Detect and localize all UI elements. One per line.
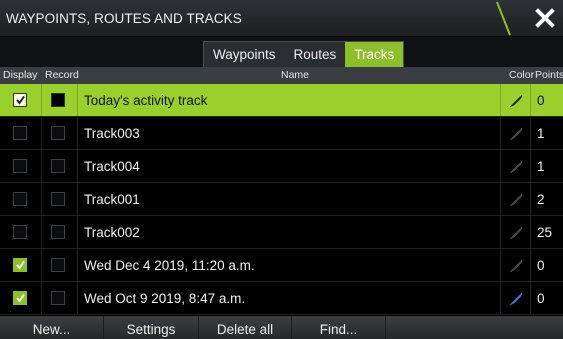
- display-checkbox[interactable]: [13, 225, 27, 239]
- column-divider: [77, 216, 78, 248]
- record-checkbox[interactable]: [51, 258, 65, 272]
- column-divider: [530, 249, 531, 281]
- column-divider: [41, 84, 42, 116]
- record-checkbox[interactable]: [51, 93, 65, 107]
- column-divider: [530, 183, 531, 215]
- display-checkbox[interactable]: [13, 126, 27, 140]
- record-checkbox[interactable]: [51, 225, 65, 239]
- column-divider: [500, 183, 501, 215]
- delete-all-button[interactable]: Delete all: [199, 316, 291, 339]
- track-color-icon[interactable]: [508, 225, 524, 241]
- settings-button[interactable]: Settings: [104, 316, 198, 339]
- track-color-icon[interactable]: [508, 258, 524, 274]
- table-row[interactable]: Today's activity track 0: [0, 84, 563, 117]
- column-divider: [41, 183, 42, 215]
- title-bar: WAYPOINTS, ROUTES AND TRACKS: [0, 0, 563, 37]
- display-checkbox[interactable]: [13, 93, 27, 107]
- tab-tracks[interactable]: Tracks: [345, 42, 404, 67]
- column-divider: [41, 282, 42, 314]
- column-divider: [500, 249, 501, 281]
- track-points: 25: [537, 225, 553, 240]
- column-divider: [77, 117, 78, 149]
- track-name: Track004: [84, 159, 140, 174]
- col-name-header[interactable]: Name: [281, 69, 309, 81]
- track-name: Wed Dec 4 2019, 11:20 a.m.: [84, 258, 255, 273]
- display-checkbox[interactable]: [13, 258, 27, 272]
- column-divider: [41, 150, 42, 182]
- column-divider: [530, 150, 531, 182]
- column-divider: [77, 249, 78, 281]
- column-divider: [500, 150, 501, 182]
- table-row[interactable]: Track003 1: [0, 117, 563, 150]
- column-divider: [77, 150, 78, 182]
- column-divider: [500, 216, 501, 248]
- track-points: 2: [537, 192, 545, 207]
- find-button[interactable]: Find...: [292, 316, 385, 339]
- column-divider: [77, 282, 78, 314]
- tab-bar: Waypoints Routes Tracks: [0, 37, 563, 67]
- track-points: 0: [537, 93, 545, 108]
- col-color-header[interactable]: Color: [509, 69, 534, 81]
- track-points: 0: [537, 291, 545, 306]
- column-divider: [77, 183, 78, 215]
- column-divider: [500, 84, 501, 116]
- track-points: 1: [537, 159, 545, 174]
- track-color-icon[interactable]: [508, 159, 524, 175]
- col-record-header[interactable]: Record: [45, 69, 79, 81]
- column-divider: [500, 117, 501, 149]
- col-display-header[interactable]: Display: [3, 69, 37, 81]
- close-button[interactable]: [527, 0, 563, 37]
- table-row[interactable]: Track004 1: [0, 150, 563, 183]
- tab-waypoints[interactable]: Waypoints: [204, 42, 285, 67]
- track-color-icon[interactable]: [508, 93, 524, 109]
- track-name: Wed Oct 9 2019, 8:47 a.m.: [84, 291, 246, 306]
- divider: [385, 316, 386, 339]
- table-row[interactable]: Track001 2: [0, 183, 563, 216]
- column-divider: [530, 282, 531, 314]
- track-color-icon[interactable]: [508, 192, 524, 208]
- track-name: Track002: [84, 225, 140, 240]
- column-divider: [530, 117, 531, 149]
- record-checkbox[interactable]: [51, 291, 65, 305]
- action-bar: New... Settings Delete all Find...: [0, 316, 563, 339]
- column-divider: [530, 216, 531, 248]
- track-color-icon[interactable]: [508, 126, 524, 142]
- checkmark-icon: [16, 95, 25, 105]
- track-color-icon[interactable]: [508, 291, 524, 307]
- record-checkbox[interactable]: [51, 159, 65, 173]
- display-checkbox[interactable]: [13, 291, 27, 305]
- table-row[interactable]: Track002 25: [0, 216, 563, 249]
- column-divider: [530, 84, 531, 116]
- track-points: 0: [537, 258, 545, 273]
- tab-routes[interactable]: Routes: [285, 42, 346, 67]
- table-row[interactable]: Wed Dec 4 2019, 11:20 a.m. 0: [0, 249, 563, 282]
- table-row[interactable]: Wed Oct 9 2019, 8:47 a.m. 0: [0, 282, 563, 315]
- checkmark-icon: [16, 260, 25, 270]
- new-button[interactable]: New...: [0, 316, 103, 339]
- dialog-title: WAYPOINTS, ROUTES AND TRACKS: [6, 11, 242, 26]
- checkmark-icon: [16, 293, 25, 303]
- display-checkbox[interactable]: [13, 192, 27, 206]
- column-divider: [41, 249, 42, 281]
- track-name: Today's activity track: [84, 93, 208, 108]
- track-name: Track001: [84, 192, 140, 207]
- column-divider: [77, 84, 78, 116]
- column-divider: [41, 117, 42, 149]
- record-checkbox[interactable]: [51, 192, 65, 206]
- track-name: Track003: [84, 126, 140, 141]
- record-checkbox[interactable]: [51, 126, 65, 140]
- close-icon: [535, 8, 555, 28]
- display-checkbox[interactable]: [13, 159, 27, 173]
- column-divider: [41, 216, 42, 248]
- table-header: Display Record Name Color Points: [0, 67, 563, 84]
- track-points: 1: [537, 126, 545, 141]
- col-points-header[interactable]: Points: [535, 69, 563, 81]
- tab-group: Waypoints Routes Tracks: [203, 41, 405, 67]
- tracks-table: Today's activity track 0 Track003 1 Track004…: [0, 84, 563, 315]
- column-divider: [500, 282, 501, 314]
